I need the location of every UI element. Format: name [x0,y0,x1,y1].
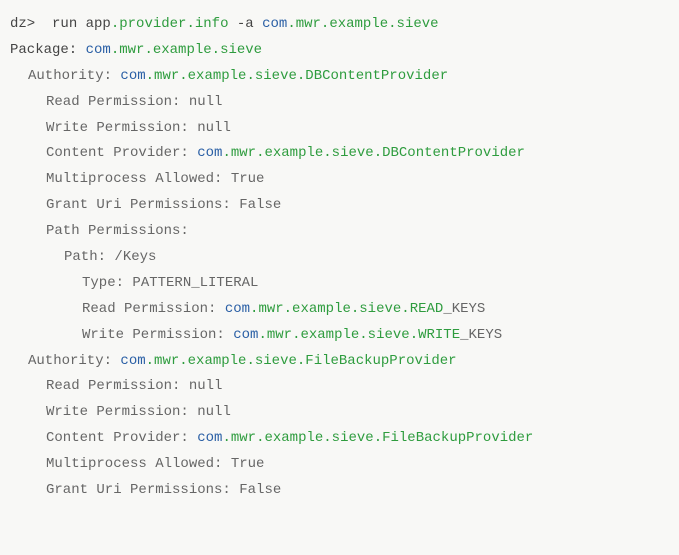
value: null [189,378,223,394]
value: null [189,94,223,110]
cp-part: .DBContentProvider [374,145,525,161]
label: Package: [10,42,86,58]
pkg-part: .sieve [388,16,438,32]
label: Write Permission: [46,404,197,420]
value: True [231,456,265,472]
label: Multiprocess Allowed: [46,456,231,472]
type-line: Type: PATTERN_LITERAL [10,271,669,297]
value: PATTERN_LITERAL [132,275,258,291]
terminal-output: dz> run app.provider.info -a com.mwr.exa… [10,12,669,504]
perm-part: com [233,327,258,343]
path-write-permission-line: Write Permission: com.mwr.example.sieve.… [10,323,669,349]
authority-line: Authority: com.mwr.example.sieve.DBConte… [10,64,669,90]
label: Authority: [28,68,120,84]
label: Authority: [28,353,120,369]
label: Read Permission: [46,94,189,110]
path-read-permission-line: Read Permission: com.mwr.example.sieve.R… [10,297,669,323]
perm-part: .READ [401,301,443,317]
auth-part: com [120,68,145,84]
perm-part: .mwr [250,301,284,317]
perm-part: .sieve [351,301,401,317]
cp-part: .mwr [222,145,256,161]
cp-part: .sieve [323,145,373,161]
perm-part: _KEYS [443,301,485,317]
pkg-part: .example [321,16,388,32]
multiprocess-line: Multiprocess Allowed: True [10,452,669,478]
cp-part: .mwr [222,430,256,446]
path-permissions-label: Path Permissions: [10,219,669,245]
pkg-part: com [86,42,111,58]
cmd-flag: -a [228,16,262,32]
auth-part: .sieve [246,68,296,84]
content-provider-line: Content Provider: com.mwr.example.sieve.… [10,141,669,167]
label: Grant Uri Permissions: [46,197,239,213]
value: False [239,482,281,498]
label: Write Permission: [46,120,197,136]
label: Write Permission: [82,327,233,343]
perm-part: com [225,301,250,317]
value: False [239,197,281,213]
auth-part: com [120,353,145,369]
read-permission-line: Read Permission: null [10,374,669,400]
cp-part: .sieve [323,430,373,446]
package-line: Package: com.mwr.example.sieve [10,38,669,64]
pkg-part: .mwr [111,42,145,58]
auth-part: .sieve [246,353,296,369]
value: True [231,171,265,187]
content-provider-line: Content Provider: com.mwr.example.sieve.… [10,426,669,452]
cmd-info: info [195,16,229,32]
cmd-dot: . [186,16,194,32]
perm-part: .example [284,301,351,317]
cmd-dot: . [111,16,119,32]
path-line: Path: /Keys [10,245,669,271]
auth-part: .example [179,353,246,369]
value: null [197,404,231,420]
perm-part: _KEYS [460,327,502,343]
label: Type: [82,275,132,291]
cp-part: .example [256,430,323,446]
perm-part: .sieve [359,327,409,343]
cp-part: .FileBackupProvider [374,430,534,446]
label: Grant Uri Permissions: [46,482,239,498]
authority-line: Authority: com.mwr.example.sieve.FileBac… [10,349,669,375]
value: /Keys [114,249,156,265]
label: Read Permission: [46,378,189,394]
pkg-part: .sieve [212,42,262,58]
label: Content Provider: [46,430,197,446]
cmd-provider: provider [119,16,186,32]
value: null [197,120,231,136]
multiprocess-line: Multiprocess Allowed: True [10,167,669,193]
pkg-part: com [262,16,287,32]
auth-part: .mwr [146,353,180,369]
perm-part: .example [292,327,359,343]
prompt: dz> [10,16,44,32]
run-word: run [44,16,86,32]
label: Multiprocess Allowed: [46,171,231,187]
write-permission-line: Write Permission: null [10,116,669,142]
read-permission-line: Read Permission: null [10,90,669,116]
cp-part: com [197,145,222,161]
label: Path Permissions: [46,223,189,239]
label: Read Permission: [82,301,225,317]
auth-part: .mwr [146,68,180,84]
perm-part: .mwr [258,327,292,343]
label: Content Provider: [46,145,197,161]
cp-part: .example [256,145,323,161]
perm-part: .WRITE [410,327,460,343]
pkg-part: .mwr [287,16,321,32]
label: Path: [64,249,114,265]
write-permission-line: Write Permission: null [10,400,669,426]
grant-uri-line: Grant Uri Permissions: False [10,193,669,219]
cmd-app: app [86,16,111,32]
auth-part: .DBContentProvider [297,68,448,84]
auth-part: .example [179,68,246,84]
command-line: dz> run app.provider.info -a com.mwr.exa… [10,12,669,38]
pkg-part: .example [144,42,211,58]
grant-uri-line: Grant Uri Permissions: False [10,478,669,504]
auth-part: .FileBackupProvider [297,353,457,369]
cp-part: com [197,430,222,446]
